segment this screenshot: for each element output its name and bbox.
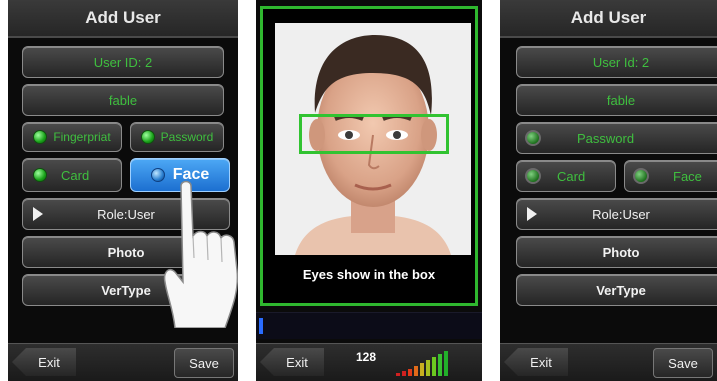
capture-instruction: Eyes show in the box — [302, 267, 436, 282]
title-bar: Add User — [500, 0, 717, 38]
vertype-label: VerType — [101, 282, 151, 298]
face-capture-screen: Eyes show in the box Exit 128 — [256, 0, 482, 381]
page-title: Add User — [85, 8, 161, 27]
save-label: Save — [189, 355, 219, 371]
password-button[interactable]: Password — [516, 122, 717, 154]
role-label: Role:User — [97, 206, 155, 222]
play-triangle-icon — [527, 207, 537, 221]
bottom-bar: Exit Save — [8, 343, 238, 381]
fingerprint-button[interactable]: Fingerpriat — [22, 122, 122, 152]
exit-button[interactable]: Exit — [12, 348, 76, 376]
card-button[interactable]: Card — [22, 158, 122, 192]
radio-dot-icon — [633, 168, 649, 184]
exit-label: Exit — [38, 354, 60, 370]
radio-dot-icon — [140, 130, 155, 144]
radio-dot-icon — [525, 168, 541, 184]
play-triangle-icon — [33, 207, 43, 221]
eye-alignment-box — [299, 114, 449, 154]
role-button[interactable]: Role:User — [516, 198, 717, 230]
card-label: Card — [557, 168, 586, 184]
role-label: Role:User — [592, 206, 650, 222]
name-field[interactable]: fable — [22, 84, 224, 116]
vertype-button[interactable]: VerType — [516, 274, 717, 306]
user-id-label: User ID: 2 — [93, 54, 153, 70]
exit-button[interactable]: Exit — [260, 348, 324, 376]
add-user-screen-2: Add User User Id: 2 fable Password Card … — [500, 0, 717, 381]
hand-pointer-icon — [163, 180, 238, 328]
save-button[interactable]: Save — [174, 348, 234, 378]
quality-score: 128 — [356, 350, 377, 364]
card-label: Card — [61, 167, 90, 183]
name-label: fable — [606, 92, 636, 108]
photo-button[interactable]: Photo — [516, 236, 717, 268]
exit-button[interactable]: Exit — [504, 348, 568, 376]
password-label: Password — [160, 130, 214, 144]
password-label: Password — [577, 130, 635, 146]
add-user-screen-1: Add User User ID: 2 fable Fingerpriat Pa… — [8, 0, 238, 381]
exit-label: Exit — [530, 354, 552, 370]
progress-indicator — [259, 318, 263, 334]
user-id-label: User Id: 2 — [592, 54, 650, 70]
card-button[interactable]: Card — [516, 160, 616, 192]
radio-dot-icon — [525, 130, 541, 146]
radio-dot-icon — [33, 168, 47, 182]
exit-label: Exit — [286, 354, 308, 370]
vertype-label: VerType — [596, 282, 646, 298]
face-label: Face — [673, 168, 702, 184]
name-label: fable — [108, 92, 138, 108]
save-button[interactable]: Save — [653, 348, 713, 378]
photo-label: Photo — [107, 244, 145, 260]
name-field[interactable]: fable — [516, 84, 717, 116]
bottom-bar: Exit Save — [500, 343, 717, 381]
title-bar: Add User — [8, 0, 238, 38]
fingerprint-label: Fingerpriat — [53, 130, 111, 144]
face-button[interactable]: Face — [624, 160, 717, 192]
camera-preview-frame: Eyes show in the box — [260, 6, 478, 306]
user-id-field[interactable]: User Id: 2 — [516, 46, 717, 78]
page-title: Add User — [570, 8, 647, 27]
save-label: Save — [668, 355, 698, 371]
bottom-bar: Exit 128 — [256, 343, 482, 381]
face-photo — [275, 23, 471, 255]
capture-progress — [256, 312, 482, 339]
signal-bars-icon — [396, 351, 448, 376]
password-button[interactable]: Password — [130, 122, 224, 152]
photo-label: Photo — [602, 244, 640, 260]
user-id-field[interactable]: User ID: 2 — [22, 46, 224, 78]
radio-dot-icon — [33, 130, 48, 144]
